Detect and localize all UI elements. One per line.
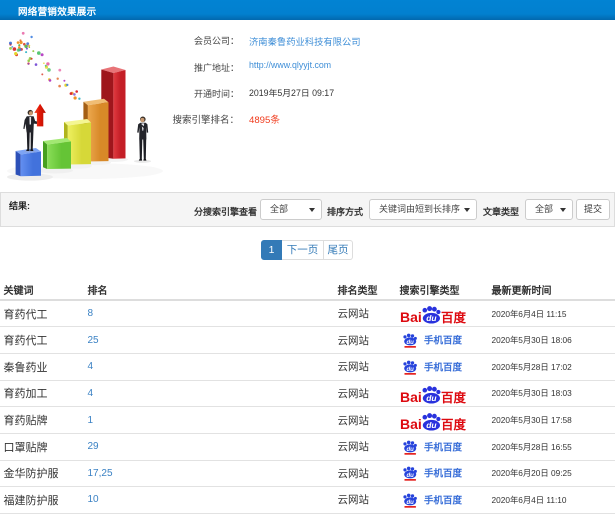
svg-text:百度: 百度 bbox=[441, 310, 467, 324]
svg-text:手机百度: 手机百度 bbox=[424, 494, 462, 506]
svg-text:du: du bbox=[406, 473, 414, 479]
svg-text:Bai: Bai bbox=[400, 309, 422, 324]
svg-text:百度: 百度 bbox=[441, 417, 467, 431]
svg-text:du: du bbox=[406, 367, 414, 373]
svg-text:du: du bbox=[426, 393, 437, 403]
svg-text:手机百度: 手机百度 bbox=[424, 468, 462, 480]
svg-text:du: du bbox=[426, 420, 437, 430]
svg-text:du: du bbox=[426, 314, 437, 324]
svg-text:Bai: Bai bbox=[400, 389, 422, 404]
svg-text:手机百度: 手机百度 bbox=[424, 361, 462, 373]
svg-text:du: du bbox=[406, 340, 414, 346]
svg-text:手机百度: 手机百度 bbox=[424, 441, 462, 453]
svg-text:du: du bbox=[406, 447, 414, 453]
svg-text:手机百度: 手机百度 bbox=[424, 335, 462, 347]
svg-text:百度: 百度 bbox=[441, 390, 467, 404]
svg-text:du: du bbox=[406, 500, 414, 506]
svg-text:Bai: Bai bbox=[400, 416, 422, 431]
